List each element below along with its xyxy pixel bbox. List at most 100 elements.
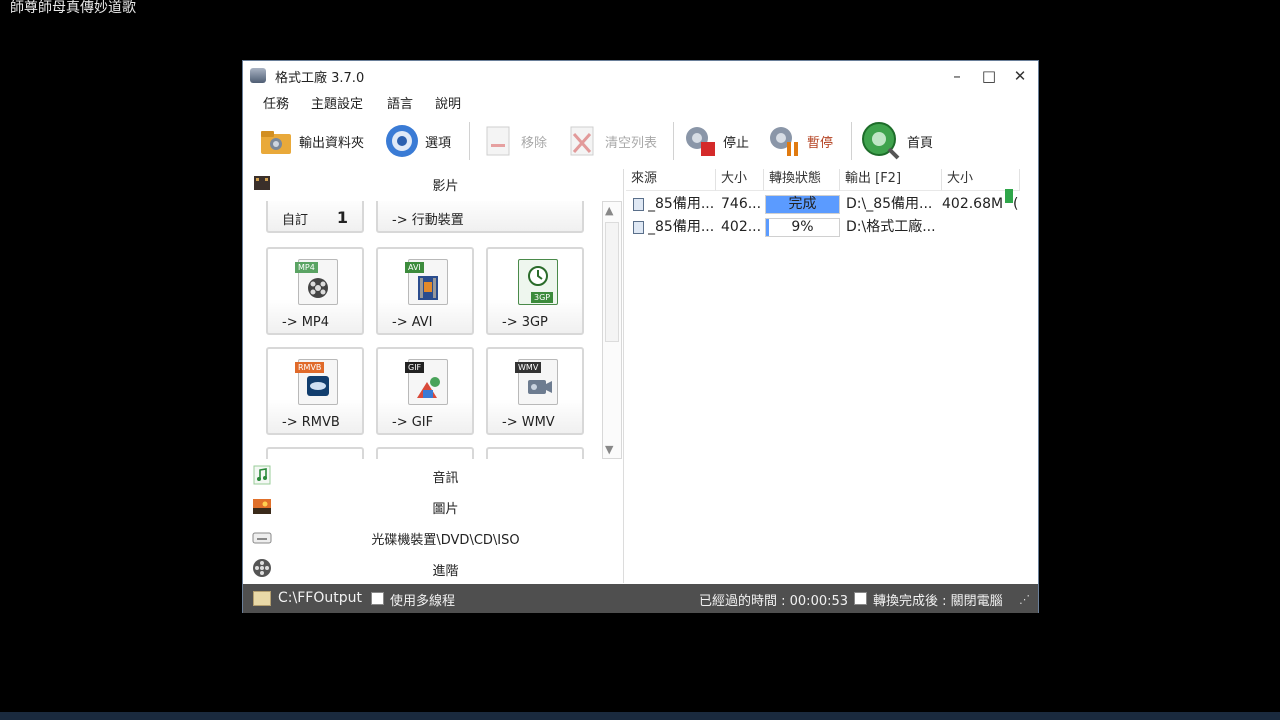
menu-theme[interactable]: 主題設定 (311, 93, 363, 112)
tile-3gp-label: -> 3GP (502, 315, 548, 330)
window-title: 格式工廠 3.7.0 (275, 71, 365, 86)
scroll-up-icon[interactable]: ▲ (605, 204, 613, 217)
col-output[interactable]: 輸出 [F2] (840, 169, 942, 191)
clear-list-button[interactable]: 清空列表 (565, 121, 657, 161)
globe-icon (861, 121, 901, 161)
tile-rmvb-label: -> RMVB (282, 415, 340, 430)
after-convert-label: 轉換完成後 : 關閉電腦 (873, 594, 1003, 609)
menu-help[interactable]: 說明 (435, 93, 461, 112)
category-audio[interactable]: 音訊 (243, 461, 624, 489)
progress-bar: 9% (765, 218, 840, 237)
status-bar: C:\FFOutput 使用多線程 已經過的時間 : 00:00:53 轉換完成… (243, 584, 1038, 613)
remove-button[interactable]: 移除 (481, 121, 547, 161)
tile-wmv[interactable]: WMV -> WMV (486, 347, 584, 435)
tile-gif-label: -> GIF (392, 415, 434, 430)
options-button[interactable]: 選項 (385, 121, 451, 161)
minimize-button[interactable]: – (943, 65, 971, 87)
row-source: _85備用... (648, 196, 714, 212)
tile-gif[interactable]: GIF -> GIF (376, 347, 474, 435)
maximize-button[interactable]: □ (975, 65, 1003, 87)
wmv-file-icon: WMV (515, 359, 558, 405)
row-out-extra: ( (1013, 196, 1019, 212)
home-button[interactable]: 首頁 (861, 121, 933, 161)
tile-mp4[interactable]: MP4 -> MP4 (266, 247, 364, 335)
row-size: 402... (721, 219, 762, 235)
title-bar[interactable]: 格式工廠 3.7.0 – □ ✕ (243, 61, 1038, 91)
toolbar-separator (673, 122, 674, 160)
gear-icon (385, 124, 419, 158)
col-source[interactable]: 來源 (626, 169, 716, 191)
category-audio-label: 音訊 (432, 471, 459, 486)
multithread-label: 使用多線程 (390, 594, 456, 609)
tile-rmvb[interactable]: RMVB -> RMVB (266, 347, 364, 435)
tile-next[interactable] (376, 447, 474, 459)
stop-button[interactable]: 停止 (683, 121, 749, 161)
pause-label: 暫停 (807, 135, 834, 151)
category-advanced[interactable]: 進階 (243, 554, 624, 582)
scroll-down-icon[interactable]: ▼ (605, 443, 613, 456)
format-scrollbar[interactable]: ▲ ▼ (602, 201, 622, 459)
col-status[interactable]: 轉換狀態 (764, 169, 840, 191)
category-disc-label: 光碟機裝置\DVD\CD\ISO (371, 533, 520, 548)
tile-avi-label: -> AVI (392, 315, 433, 330)
3gp-file-icon: 3GP (518, 259, 558, 305)
app-icon (250, 68, 266, 83)
category-image[interactable]: 圖片 (243, 492, 624, 520)
category-advanced-label: 進階 (432, 564, 459, 579)
resize-grip-icon[interactable]: ⋰ (1019, 593, 1030, 606)
download-arrow-icon (1005, 189, 1013, 203)
col-size[interactable]: 大小 (716, 169, 764, 191)
avi-file-icon: AVI (405, 259, 448, 305)
tile-custom-label: 自訂 (282, 213, 309, 228)
output-path[interactable]: C:\FFOutput (278, 590, 362, 606)
tile-next[interactable] (486, 447, 584, 459)
tile-mobile[interactable]: -> 行動裝置 (376, 201, 584, 233)
toolbar: 輸出資料夾 選項 移除 清空列表 停止 暫停 首頁 (243, 116, 1038, 168)
tile-3gp[interactable]: 3GP -> 3GP (486, 247, 584, 335)
home-label: 首頁 (907, 135, 934, 151)
elapsed-time: 已經過的時間 : 00:00:53 (699, 594, 849, 609)
category-disc[interactable]: 光碟機裝置\DVD\CD\ISO (243, 523, 624, 551)
after-convert-checkbox[interactable] (854, 592, 867, 605)
category-video-label: 影片 (432, 179, 459, 194)
toolbar-separator (469, 122, 470, 160)
clear-list-label: 清空列表 (605, 135, 658, 151)
close-button[interactable]: ✕ (1006, 65, 1034, 87)
tile-mobile-label: -> 行動裝置 (392, 213, 464, 228)
stop-icon (683, 124, 717, 158)
conversion-panel: 影片 自訂 1 -> 行動裝置 MP4 -> MP4 AVI -> AVI 3G… (243, 169, 624, 583)
pause-button[interactable]: 暫停 (767, 121, 833, 161)
tile-mp4-label: -> MP4 (282, 315, 330, 330)
output-folder-button[interactable]: 輸出資料夾 (259, 121, 364, 161)
task-list: 來源 大小 轉換狀態 輸出 [F2] 大小 _85備用... 746... 完成… (626, 169, 1038, 583)
col-out-size[interactable]: 大小 (942, 169, 1020, 191)
toolbar-separator (851, 122, 852, 160)
tile-avi[interactable]: AVI -> AVI (376, 247, 474, 335)
row-output: D:\格式工廠... (846, 219, 936, 235)
mp4-file-icon: MP4 (295, 259, 338, 305)
options-label: 選項 (425, 135, 452, 151)
menu-language[interactable]: 語言 (387, 93, 413, 112)
tile-custom[interactable]: 自訂 1 (266, 201, 364, 233)
taskbar (0, 712, 1280, 720)
row-out-size: 402.68M (942, 196, 1004, 212)
tile-wmv-label: -> WMV (502, 415, 555, 430)
table-row[interactable]: _85備用... 402... 9% D:\格式工廠... (626, 216, 1038, 238)
row-output: D:\_85備用... (846, 196, 933, 212)
folder-icon[interactable] (253, 591, 271, 606)
category-video[interactable]: 影片 (243, 169, 624, 197)
format-grid: 自訂 1 -> 行動裝置 MP4 -> MP4 AVI -> AVI 3GP -… (251, 201, 601, 459)
folder-icon (259, 124, 293, 158)
multithread-checkbox[interactable] (371, 592, 384, 605)
table-row[interactable]: _85備用... 746... 完成 D:\_85備用... 402.68M ( (626, 189, 1038, 215)
row-status: 完成 (788, 196, 817, 212)
scroll-thumb[interactable] (605, 222, 619, 342)
tile-next[interactable] (266, 447, 364, 459)
stop-label: 停止 (723, 135, 750, 151)
app-window: 格式工廠 3.7.0 – □ ✕ 任務 主題設定 語言 說明 輸出資料夾 選項 … (242, 60, 1039, 613)
clear-icon (565, 124, 599, 158)
remove-icon (481, 124, 515, 158)
progress-bar: 完成 (765, 195, 840, 214)
remove-label: 移除 (521, 135, 548, 151)
menu-task[interactable]: 任務 (263, 93, 289, 112)
